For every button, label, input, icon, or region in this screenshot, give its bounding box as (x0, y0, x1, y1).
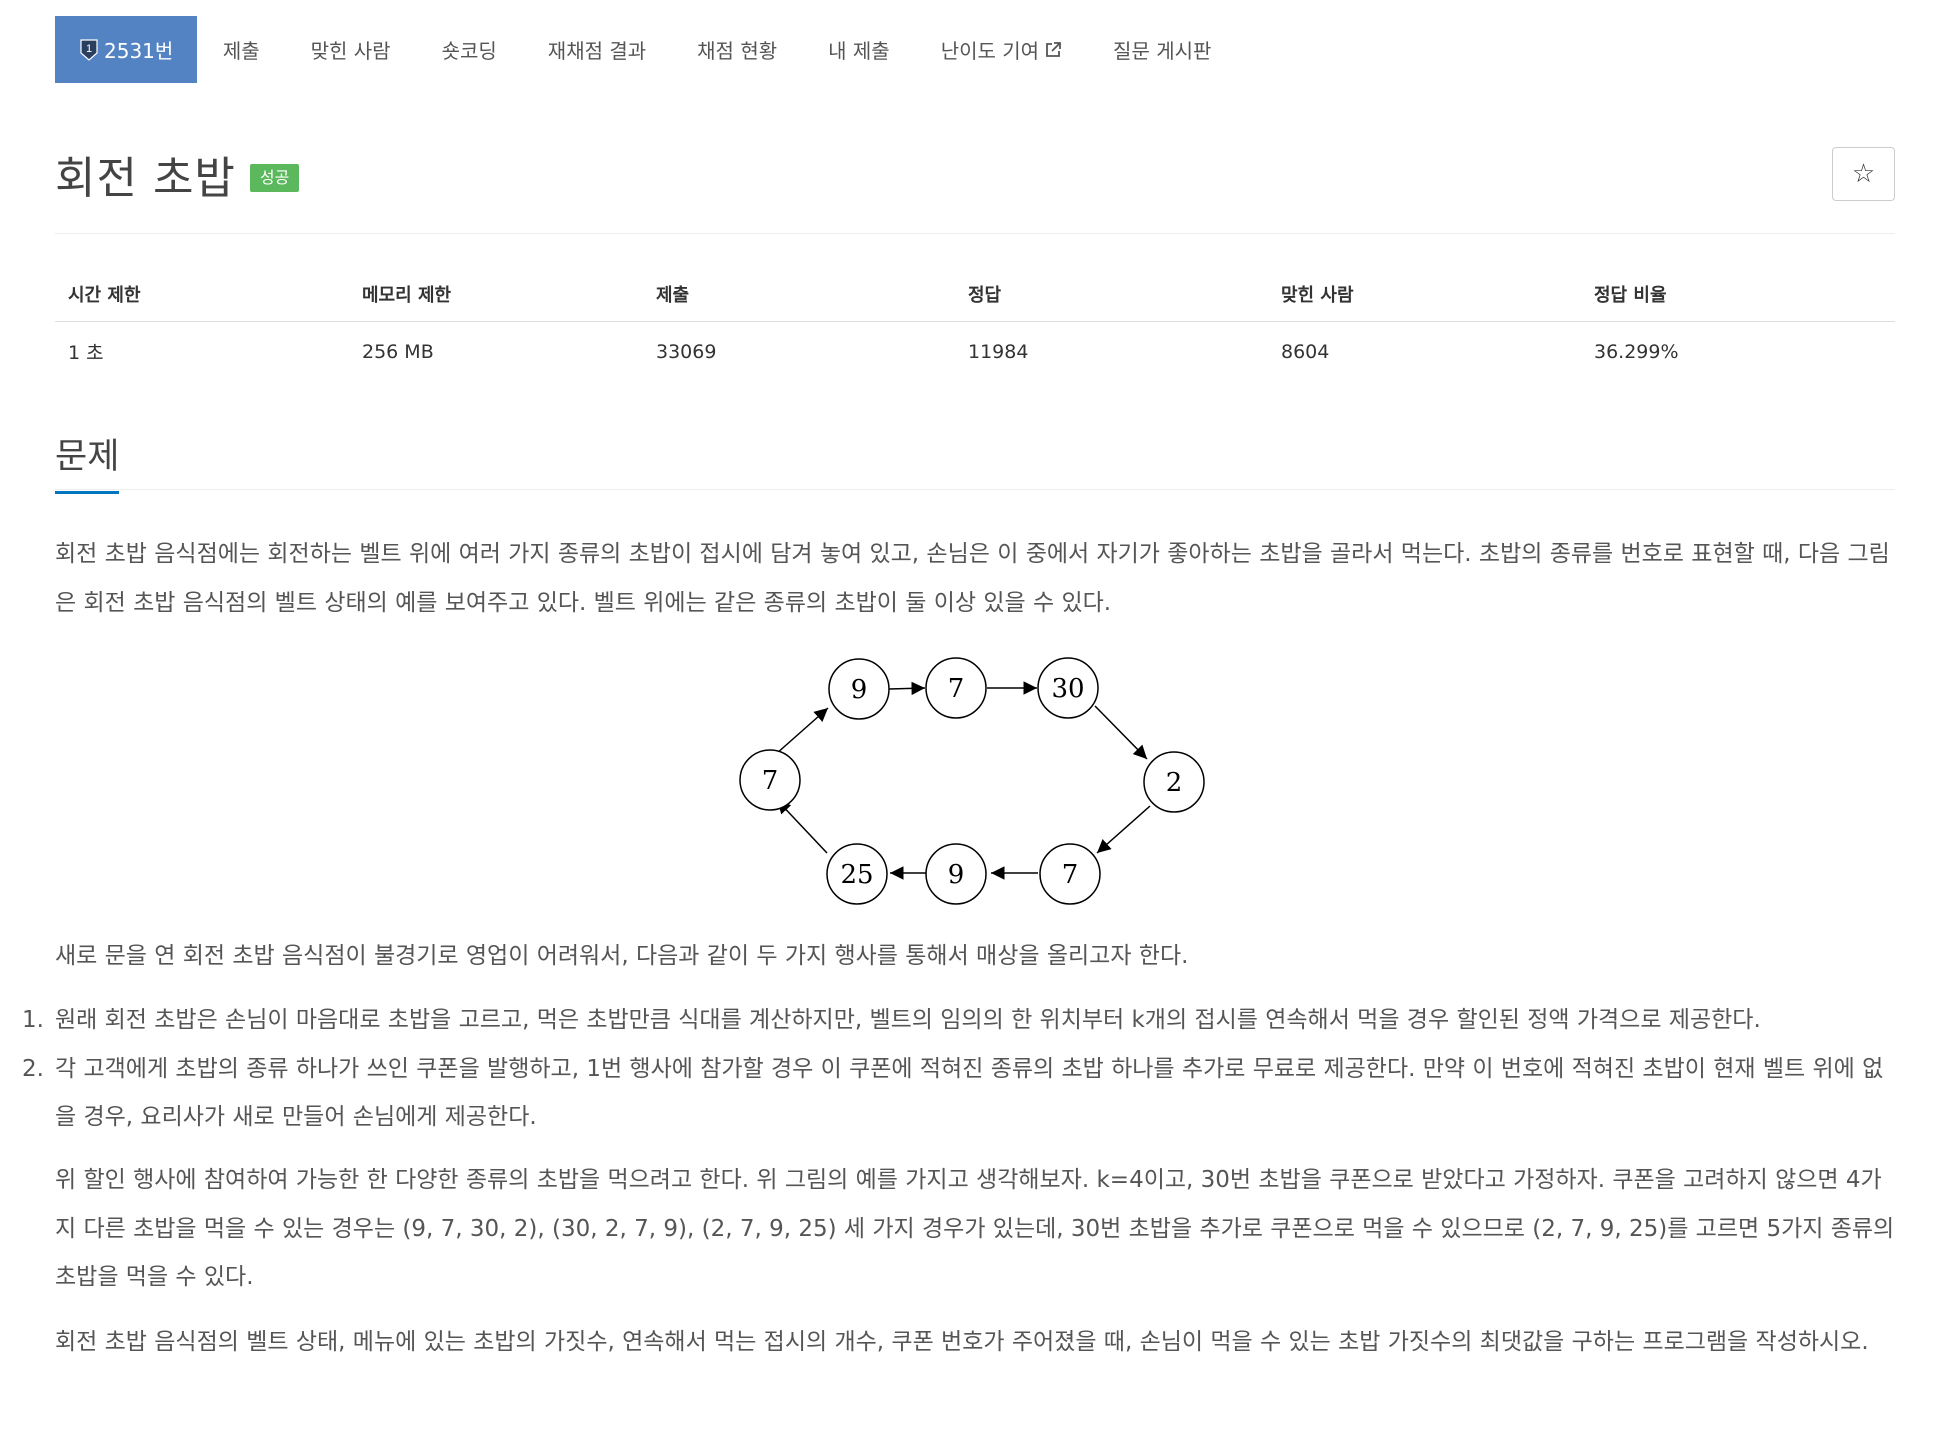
tab-short-coding-label: 숏코딩 (441, 39, 497, 63)
tab-problem[interactable]: 1 2531번 (55, 16, 198, 83)
belt-arrow (775, 707, 829, 755)
belt-node: 9 (925, 843, 987, 905)
list-item: 2. 각 고객에게 초밥의 종류 하나가 쓰인 쿠폰을 발행하고, 1번 행사에… (22, 1045, 1895, 1142)
tab-difficulty-contribution-label: 난이도 기여 (940, 39, 1040, 63)
info-table-header: 시간 제한 메모리 제한 제출 정답 맞힌 사람 정답 비율 (55, 266, 1895, 322)
info-table-row: 1 초 256 MB 33069 11984 8604 36.299% (55, 322, 1895, 381)
svg-text:9: 9 (948, 860, 965, 890)
section-title: 문제 (55, 428, 120, 494)
belt-node: 25 (826, 843, 888, 905)
belt-node: 7 (925, 657, 987, 719)
value-submissions: 33069 (656, 340, 717, 363)
tab-rejudge-results-label: 재채점 결과 (547, 39, 647, 63)
tab-judge-status-label: 채점 현황 (697, 39, 778, 63)
belt-node: 7 (739, 749, 801, 811)
tier-icon: 1 (79, 38, 99, 62)
svg-text:25: 25 (840, 860, 873, 890)
svg-text:7: 7 (1062, 860, 1079, 890)
event-intro-paragraph: 새로 문을 연 회전 초밥 음식점이 불경기로 영업이 어려워서, 다음과 같이… (55, 943, 1189, 969)
external-link-icon (1044, 41, 1062, 59)
belt-node: 7 (1039, 843, 1101, 905)
header-submissions: 제출 (656, 284, 690, 306)
star-icon: ☆ (1851, 159, 1876, 189)
tab-problem-label: 2531번 (104, 39, 174, 63)
tab-qna-board-label: 질문 게시판 (1113, 39, 1212, 63)
belt-node: 2 (1143, 751, 1205, 813)
tab-submit-label: 제출 (222, 39, 260, 63)
problem-tabs: 1 2531번 제출 맞힌 사람 숏코딩 재채점 결과 채점 현황 내 제출 난… (55, 16, 1237, 83)
tab-qna-board[interactable]: 질문 게시판 (1088, 16, 1237, 83)
tab-my-submissions-label: 내 제출 (828, 39, 890, 63)
list-item-number: 1. (22, 1007, 44, 1033)
sushi-belt-diagram: 9 7 30 2 7 9 25 7 (739, 657, 1205, 905)
svg-text:9: 9 (851, 675, 868, 705)
tab-solved-users[interactable]: 맞힌 사람 (285, 16, 416, 83)
event-list: 1. 원래 회전 초밥은 손님이 마음대로 초밥을 고르고, 먹은 초밥만큼 식… (22, 996, 1895, 1142)
tab-judge-status[interactable]: 채점 현황 (672, 16, 803, 83)
belt-node: 9 (828, 658, 890, 720)
svg-text:7: 7 (948, 674, 965, 704)
header-memory-limit: 메모리 제한 (362, 284, 452, 306)
section-header: 문제 (55, 428, 120, 494)
header-accepted: 정답 (968, 284, 1002, 306)
belt-arrow (1096, 805, 1151, 854)
tab-my-submissions[interactable]: 내 제출 (803, 16, 916, 83)
belt-arrow (1094, 705, 1148, 760)
example-explanation-paragraph: 위 할인 행사에 참여하여 가능한 한 다양한 종류의 초밥을 먹으려고 한다.… (55, 1167, 1895, 1290)
header-accept-ratio: 정답 비율 (1594, 284, 1667, 306)
header-solved-users: 맞힌 사람 (1281, 284, 1354, 306)
list-item-text: 원래 회전 초밥은 손님이 마음대로 초밥을 고르고, 먹은 초밥만큼 식대를 … (55, 1007, 1761, 1033)
list-item: 1. 원래 회전 초밥은 손님이 마음대로 초밥을 고르고, 먹은 초밥만큼 식… (22, 996, 1895, 1045)
belt-arrow (776, 799, 828, 854)
value-accepted: 11984 (968, 340, 1029, 363)
belt-arrow (886, 681, 926, 696)
svg-text:30: 30 (1051, 674, 1084, 704)
svg-text:1: 1 (86, 43, 92, 55)
problem-description-paragraph: 회전 초밥 음식점에는 회전하는 벨트 위에 여러 가지 종류의 초밥이 접시에… (55, 541, 1890, 616)
value-time-limit: 1 초 (68, 342, 104, 364)
value-memory-limit: 256 MB (362, 340, 434, 363)
list-item-text: 각 고객에게 초밥의 종류 하나가 쓰인 쿠폰을 발행하고, 1번 행사에 참가… (55, 1055, 1884, 1131)
tab-rejudge-results[interactable]: 재채점 결과 (522, 16, 671, 83)
svg-text:7: 7 (762, 766, 779, 796)
success-badge: 성공 (249, 164, 300, 192)
section-divider (55, 489, 1895, 490)
value-solved-users: 8604 (1281, 340, 1330, 363)
tab-difficulty-contribution[interactable]: 난이도 기여 (915, 16, 1087, 83)
task-statement-paragraph: 회전 초밥 음식점의 벨트 상태, 메뉴에 있는 초밥의 가짓수, 연속해서 먹… (55, 1329, 1869, 1355)
value-accept-ratio: 36.299% (1594, 340, 1679, 363)
belt-node: 30 (1037, 657, 1099, 719)
title-divider (55, 233, 1895, 234)
tab-short-coding[interactable]: 숏코딩 (416, 16, 522, 83)
favorite-star-button[interactable]: ☆ (1832, 147, 1895, 201)
svg-text:2: 2 (1166, 768, 1183, 798)
tab-submit[interactable]: 제출 (197, 16, 285, 83)
problem-title: 회전 초밥 (55, 153, 236, 204)
problem-title-row: 회전 초밥 성공 (55, 142, 300, 206)
header-time-limit: 시간 제한 (68, 284, 141, 306)
list-item-number: 2. (22, 1055, 44, 1082)
problem-info-table: 시간 제한 메모리 제한 제출 정답 맞힌 사람 정답 비율 1 초 256 M… (55, 266, 1895, 381)
tab-solved-users-label: 맞힌 사람 (310, 39, 391, 63)
